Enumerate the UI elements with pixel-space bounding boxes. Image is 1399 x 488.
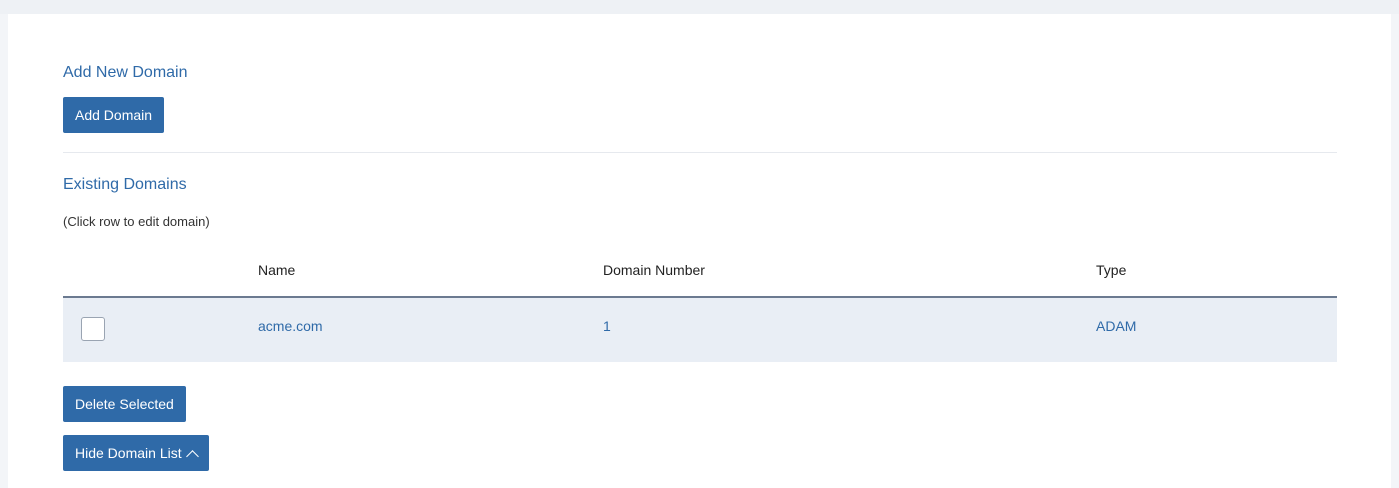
cell-type[interactable]: ADAM xyxy=(1096,318,1136,334)
hide-domain-list-label: Hide Domain List xyxy=(75,445,182,461)
section-divider xyxy=(63,152,1337,153)
domains-table: Name Domain Number Type acme.com 1 ADAM xyxy=(63,254,1337,362)
chevron-up-icon xyxy=(185,450,199,463)
row-select-checkbox[interactable] xyxy=(81,317,105,341)
add-domain-heading: Add New Domain xyxy=(63,64,188,81)
edit-hint-text: (Click row to edit domain) xyxy=(63,214,210,229)
column-header-type: Type xyxy=(1096,262,1127,278)
table-row[interactable]: acme.com 1 ADAM xyxy=(63,298,1337,362)
hide-domain-list-button[interactable]: Hide Domain List xyxy=(63,435,209,471)
existing-domains-heading: Existing Domains xyxy=(63,176,187,193)
domains-panel: Add New Domain Add Domain Existing Domai… xyxy=(8,14,1391,488)
cell-name[interactable]: acme.com xyxy=(258,318,323,334)
column-header-name: Name xyxy=(258,262,296,278)
column-header-domain-number: Domain Number xyxy=(603,262,705,278)
table-header: Name Domain Number Type xyxy=(63,254,1337,298)
cell-domain-number[interactable]: 1 xyxy=(603,318,611,334)
delete-selected-button[interactable]: Delete Selected xyxy=(63,386,186,422)
page-background xyxy=(0,0,1399,14)
add-domain-button[interactable]: Add Domain xyxy=(63,97,165,133)
